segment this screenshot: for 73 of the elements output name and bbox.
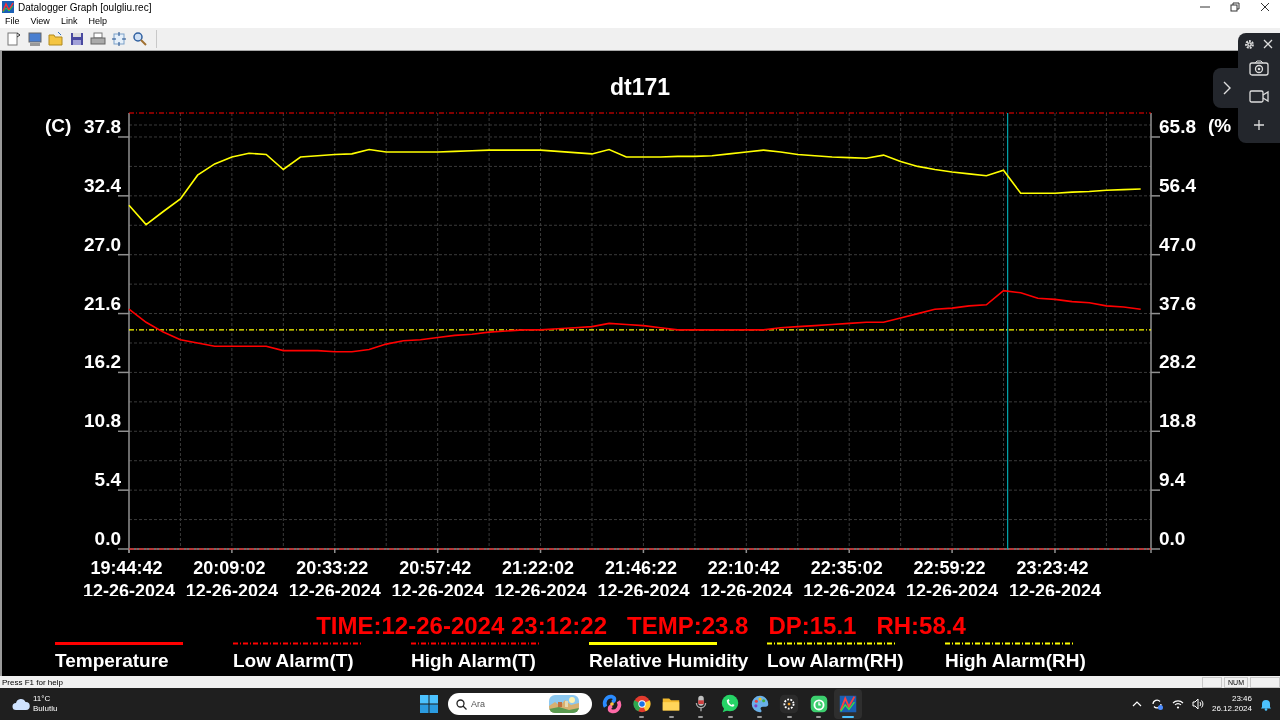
weather-condition: Bulutlu [33, 704, 58, 714]
wifi-icon[interactable] [1171, 698, 1184, 710]
bell-icon[interactable] [1260, 697, 1272, 711]
plus-icon[interactable] [1253, 119, 1265, 131]
readout-value: DP:15.1 [768, 614, 857, 638]
legend-label: High Alarm(RH) [945, 650, 1087, 672]
cloud-icon[interactable] [12, 697, 30, 711]
search-icon [456, 698, 467, 710]
y-tick-label: 9.4 [1159, 469, 1186, 491]
chat-icon [719, 693, 741, 715]
y-tick-label: 27.0 [84, 233, 121, 255]
readout-value: RH:58.4 [876, 614, 966, 638]
axis-title: (C) [45, 115, 72, 136]
taskbar-app[interactable] [834, 689, 862, 719]
search-field[interactable]: Ara [471, 699, 549, 709]
overlay-tab[interactable] [1213, 68, 1240, 108]
close-icon [1260, 2, 1270, 12]
browser-icon [630, 693, 653, 715]
axis-title: (% [1208, 115, 1232, 136]
legend-label: Low Alarm(RH) [767, 650, 905, 672]
legend-label: High Alarm(T) [411, 650, 537, 672]
y-tick-label: 5.4 [94, 469, 121, 491]
camera-icon[interactable] [1249, 60, 1269, 76]
printer-icon[interactable] [90, 31, 106, 47]
app-logo-icon [2, 1, 14, 13]
y-tick-label: 32.4 [84, 174, 121, 196]
monitor-icon[interactable] [27, 31, 43, 47]
y-tick-label: 10.8 [84, 410, 121, 432]
window-title: Datalogger Graph [oulgliu.rec] [18, 1, 152, 13]
status-panel [1202, 676, 1222, 688]
start-icon[interactable] [420, 695, 438, 713]
readout-value: TEMP:23.8 [627, 614, 749, 638]
y-tick-label: 16.2 [84, 351, 121, 373]
y-tick-label: 21.6 [84, 292, 121, 314]
clock[interactable]: 23:46 26.12.2024 [1211, 694, 1252, 714]
legend-label: Low Alarm(T) [233, 650, 355, 672]
graph-app-icon [837, 693, 859, 715]
y-tick-label: 18.8 [1159, 410, 1196, 432]
video-camera-icon[interactable] [1249, 89, 1269, 103]
fit-arrows-icon[interactable] [111, 31, 127, 47]
menu-item[interactable]: File [3, 16, 25, 26]
search-bar[interactable]: Ara [448, 693, 592, 715]
readout-value: TIME:12-26-2024 23:12:22 [316, 614, 607, 638]
y-tick-label: 47.0 [1159, 233, 1196, 255]
volume-icon[interactable] [1191, 698, 1204, 710]
menu-item[interactable]: View [28, 16, 55, 26]
y-tick-label: 56.4 [1159, 174, 1196, 196]
clock-date: 26.12.2024 [1211, 704, 1252, 714]
swirl-icon [601, 693, 623, 715]
chevron-up-icon[interactable] [1131, 699, 1142, 709]
clock-time: 23:46 [1231, 694, 1252, 704]
dots-ring-icon [778, 693, 800, 715]
restore-icon [1230, 2, 1240, 12]
weather-temperature: 11°C [33, 694, 52, 704]
new-document-icon[interactable] [6, 31, 22, 47]
y-tick-label: 0.0 [1159, 528, 1186, 549]
sync-icon[interactable] [1149, 697, 1164, 711]
y-tick-label: 0.0 [94, 528, 121, 549]
y-tick-label: 65.8 [1159, 116, 1196, 137]
settings-icon[interactable] [1244, 39, 1255, 50]
legend-label: Relative Humidity [589, 650, 750, 672]
close-icon[interactable] [1263, 39, 1273, 49]
status-text: Press F1 for help [2, 677, 63, 687]
menu-item[interactable]: Help [86, 16, 112, 26]
chevron-right-icon [1222, 81, 1231, 95]
zoom-icon[interactable] [132, 31, 148, 47]
legend-label: Temperature [55, 650, 170, 672]
menu-item[interactable]: Link [58, 16, 83, 26]
y-tick-label: 37.8 [84, 116, 121, 137]
chart-title: dt171 [609, 74, 671, 100]
status-panel [1250, 676, 1280, 688]
y-tick-label: 37.6 [1159, 292, 1196, 314]
y-tick-label: 28.2 [1159, 351, 1196, 373]
